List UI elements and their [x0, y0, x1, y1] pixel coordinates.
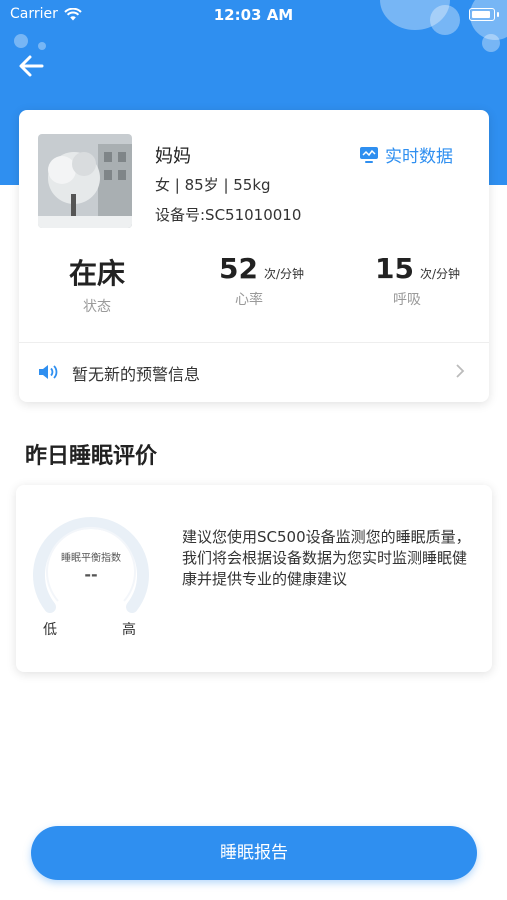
gauge-label: 睡眠平衡指数 [61, 553, 121, 564]
section-title: 昨日睡眠评价 [25, 444, 158, 469]
chevron-right-icon [456, 364, 465, 378]
stat-respiration: 15 次/分钟 呼吸 [375, 252, 485, 309]
device-number: 设备号:SC51010010 [155, 206, 302, 224]
clock: 12:03 AM [213, 6, 294, 24]
sleep-report-button[interactable]: 睡眠报告 [31, 826, 477, 880]
battery-icon [469, 8, 499, 21]
sleep-evaluation-card: 睡眠平衡指数 -- 低 高 建议您使用SC500设备监测您的睡眠质量，我们将会根… [16, 485, 492, 672]
user-name: 妈妈 [155, 146, 191, 167]
avatar [38, 134, 132, 228]
sleep-advice-text: 建议您使用SC500设备监测您的睡眠质量，我们将会根据设备数据为您实时监测睡眠健… [182, 528, 471, 588]
stat-status: 在床 状态 [47, 252, 147, 316]
stat-status-label: 状态 [83, 299, 111, 315]
gauge-value: -- [84, 565, 98, 584]
alert-row[interactable]: 暂无新的预警信息 [19, 343, 489, 402]
stat-respiration-unit: 次/分钟 [419, 267, 461, 281]
arrow-left-icon [19, 55, 44, 77]
user-meta: 女 | 85岁 | 55kg [155, 176, 271, 194]
status-bar: Carrier 12:03 AM [0, 0, 507, 30]
alert-text: 暂无新的预警信息 [72, 365, 201, 384]
realtime-data-label: 实时数据 [385, 147, 453, 167]
gauge-low-label: 低 [43, 622, 57, 638]
stat-respiration-value: 15 [375, 252, 414, 285]
back-button[interactable] [16, 52, 46, 80]
stat-heart-rate-unit: 次/分钟 [263, 267, 305, 281]
stat-heart-rate-value: 52 [219, 252, 258, 285]
stat-status-value: 在床 [68, 257, 125, 290]
speaker-icon [39, 365, 58, 379]
monitor-chart-icon [360, 146, 378, 163]
stat-heart-rate: 52 次/分钟 心率 [219, 252, 339, 309]
realtime-data-button[interactable]: 实时数据 [359, 142, 453, 167]
stat-heart-rate-label: 心率 [235, 292, 263, 308]
profile-card: 妈妈 女 | 85岁 | 55kg 设备号:SC51010010 实时数据 在床… [19, 110, 489, 402]
gauge-high-label: 高 [122, 622, 136, 638]
stat-respiration-label: 呼吸 [393, 292, 421, 308]
